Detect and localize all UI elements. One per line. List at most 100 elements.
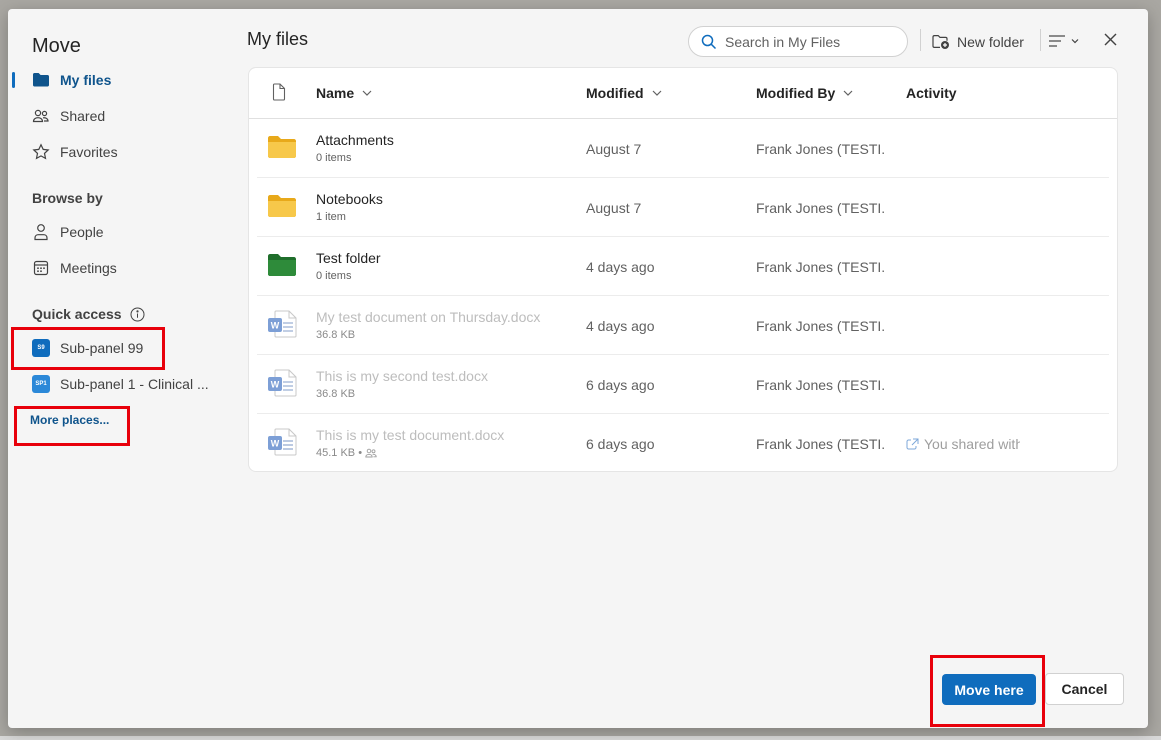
column-label: Activity	[906, 85, 957, 101]
file-meta: 36.8 KB	[316, 329, 356, 341]
column-header-activity[interactable]: Activity	[906, 85, 957, 101]
word-document-icon: W	[267, 369, 297, 402]
star-icon	[32, 143, 50, 161]
file-modified-by: Frank Jones (TESTI...	[756, 318, 884, 334]
word-document-icon: W	[267, 310, 297, 343]
file-name: Test folder	[316, 250, 381, 266]
column-label: Modified	[586, 85, 644, 101]
table-row: W My test document on Thursday.docx 36.8…	[249, 296, 1117, 355]
file-name: This is my test document.docx	[316, 427, 505, 443]
column-label: Name	[316, 85, 355, 101]
nav-people[interactable]: People	[32, 216, 104, 248]
browse-by-heading: Browse by	[32, 190, 103, 206]
view-options-button[interactable]	[1048, 29, 1079, 53]
chevron-down-icon	[652, 90, 662, 96]
calendar-icon	[32, 259, 50, 277]
people-icon	[32, 107, 50, 125]
column-header-modified[interactable]: Modified	[586, 85, 662, 101]
file-type-icon[interactable]	[272, 83, 286, 101]
table-row: W This is my second test.docx 36.8 KB 6 …	[249, 355, 1117, 414]
highlight-box	[930, 655, 1045, 727]
table-row[interactable]: Notebooks 1 item August 7 Frank Jones (T…	[249, 178, 1117, 237]
file-meta: 0 items	[316, 152, 352, 164]
file-name: My test document on Thursday.docx	[316, 309, 541, 325]
nav-favorites[interactable]: Favorites	[32, 136, 118, 168]
share-icon	[906, 438, 919, 450]
nav-label: My files	[60, 72, 112, 88]
nav-label: Shared	[60, 108, 106, 124]
nav-meetings[interactable]: Meetings	[32, 252, 117, 284]
quick-access-sub-panel-1[interactable]: SP1 Sub-panel 1 - Clinical ...	[32, 368, 209, 400]
file-size: 45.1 KB •	[316, 447, 363, 459]
folder-icon	[267, 194, 297, 223]
new-folder-button[interactable]: New folder	[932, 28, 1024, 56]
folder-add-icon	[932, 34, 950, 50]
active-indicator	[12, 72, 15, 88]
search-icon	[701, 34, 717, 50]
table-row[interactable]: Attachments 0 items August 7 Frank Jones…	[249, 119, 1117, 178]
close-icon	[1104, 33, 1117, 46]
nav-my-files[interactable]: My files	[32, 64, 111, 96]
sidebar: Move My files Shared Favorites Browse by	[8, 9, 236, 728]
highlight-box	[11, 327, 165, 370]
file-modified-by: Frank Jones (TESTI...	[756, 377, 884, 393]
table-row[interactable]: Test folder 0 items 4 days ago Frank Jon…	[249, 237, 1117, 296]
svg-text:W: W	[271, 439, 280, 449]
quick-access-label: Quick access	[32, 306, 122, 322]
file-modified: August 7	[586, 141, 642, 157]
search-input[interactable]	[725, 33, 895, 50]
svg-text:W: W	[271, 380, 280, 390]
info-icon[interactable]	[130, 307, 145, 322]
file-name: Attachments	[316, 132, 394, 148]
file-list: Name Modified Modified By Activity Attac…	[248, 67, 1118, 472]
column-label: Modified By	[756, 85, 836, 101]
file-modified: August 7	[586, 200, 642, 216]
file-meta: 0 items	[316, 270, 352, 282]
file-activity: You shared with	[906, 436, 1020, 452]
chevron-down-icon	[1071, 38, 1079, 44]
site-badge-icon: SP1	[32, 375, 50, 393]
highlight-box	[14, 406, 130, 446]
list-view-icon	[1048, 34, 1066, 48]
folder-icon	[267, 135, 297, 164]
cancel-button[interactable]: Cancel	[1045, 673, 1124, 705]
close-button[interactable]	[1100, 29, 1120, 49]
page-title: My files	[247, 29, 309, 49]
folder-icon	[32, 71, 50, 89]
move-dialog: Move My files Shared Favorites Browse by	[8, 9, 1148, 728]
shared-people-icon	[365, 448, 377, 458]
file-meta: 1 item	[316, 211, 346, 223]
file-modified-by: Frank Jones (TESTI...	[756, 259, 884, 275]
folder-icon	[267, 253, 297, 282]
table-row: W This is my test document.docx 45.1 KB …	[249, 414, 1117, 471]
file-modified: 6 days ago	[586, 436, 655, 452]
person-icon	[32, 223, 50, 241]
svg-text:W: W	[271, 321, 280, 331]
nav-label: People	[60, 224, 104, 240]
search-box[interactable]	[688, 26, 908, 57]
file-name: This is my second test.docx	[316, 368, 488, 384]
column-header-name[interactable]: Name	[316, 85, 372, 101]
nav-label: Meetings	[60, 260, 117, 276]
column-headers: Name Modified Modified By Activity	[249, 68, 1117, 119]
file-modified: 4 days ago	[586, 318, 655, 334]
column-header-modified-by[interactable]: Modified By	[756, 85, 853, 101]
file-modified-by: Frank Jones (TESTI...	[756, 436, 884, 452]
chevron-down-icon	[362, 90, 372, 96]
file-name: Notebooks	[316, 191, 383, 207]
file-modified-by: Frank Jones (TESTI...	[756, 200, 884, 216]
file-meta: 36.8 KB	[316, 388, 356, 400]
word-document-icon: W	[267, 428, 297, 461]
file-meta: 45.1 KB •	[316, 447, 377, 459]
dialog-title: Move	[32, 35, 81, 57]
toolbar-divider	[1040, 29, 1041, 51]
toolbar-divider	[920, 29, 921, 51]
new-folder-label: New folder	[957, 34, 1024, 50]
quick-access-label: Sub-panel 1 - Clinical ...	[60, 376, 209, 392]
activity-text: You shared with	[924, 436, 1020, 452]
backdrop	[0, 736, 1161, 740]
nav-label: Favorites	[60, 144, 118, 160]
chevron-down-icon	[843, 90, 853, 96]
file-modified: 4 days ago	[586, 259, 655, 275]
nav-shared[interactable]: Shared	[32, 100, 105, 132]
